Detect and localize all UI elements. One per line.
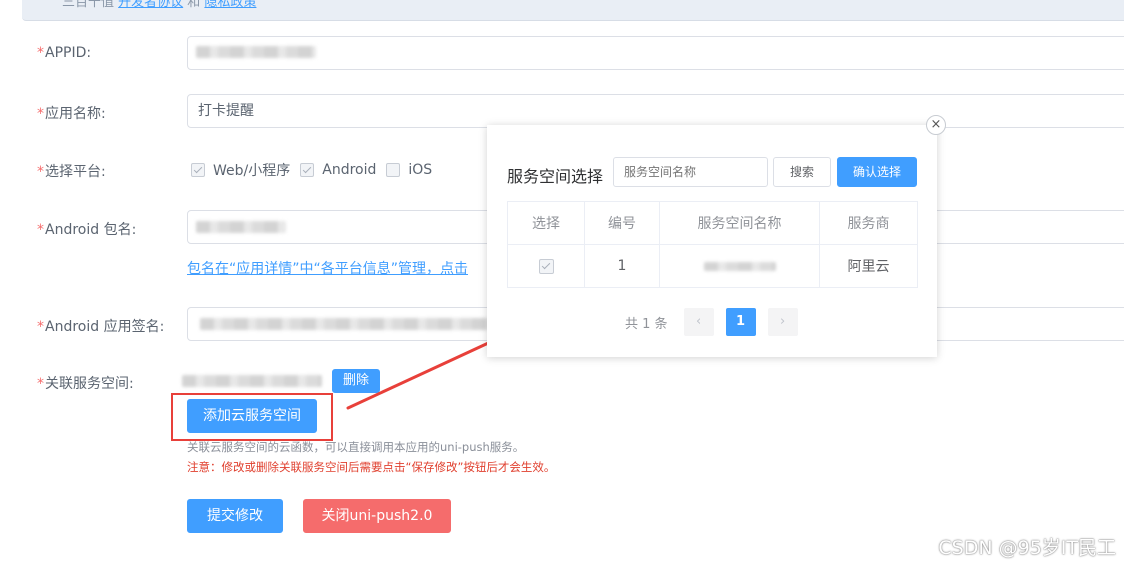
app-name-label: *应用名称: <box>37 106 106 122</box>
appid-redacted <box>196 46 316 58</box>
header-provider: 服务商 <box>819 201 918 245</box>
dialog-title: 服务空间选择 <box>507 167 604 186</box>
service-space-warning: 注意：修改或删除关联服务空间后需要点击“保存修改”按钮后才会生效。 <box>187 460 556 474</box>
search-button[interactable]: 搜索 <box>773 157 831 187</box>
package-redacted <box>196 221 286 233</box>
service-space-select-dialog: 服务空间选择 搜索 确认选择 选择 编号 服务空间名称 服务商 1 阿里云 共 … <box>487 125 937 357</box>
table-header-row: 选择 编号 服务空间名称 服务商 <box>507 201 918 245</box>
submit-changes-button[interactable]: 提交修改 <box>187 499 283 533</box>
app-name-input[interactable]: 打卡提醒 <box>187 94 1124 128</box>
annotation-highlight-box <box>171 393 333 441</box>
prev-page-button[interactable]: ‹ <box>683 308 714 336</box>
banner-text: 三百千值 开发者协议 和 隐私政策 <box>62 0 256 10</box>
package-hint-link[interactable]: 包名在“应用详情”中“各平台信息”管理，点击 <box>187 258 468 278</box>
header-space-name: 服务空间名称 <box>659 201 820 245</box>
appid-input[interactable] <box>187 36 1124 70</box>
table-row[interactable]: 1 阿里云 <box>507 244 918 288</box>
row-select-cell <box>507 244 585 288</box>
confirm-selection-button[interactable]: 确认选择 <box>837 157 917 187</box>
page-1-button[interactable]: 1 <box>725 308 756 336</box>
service-space-note: 关联云服务空间的云函数，可以直接调用本应用的uni-push服务。 <box>187 440 525 454</box>
row-provider: 阿里云 <box>819 244 918 288</box>
platform-android-checkbox[interactable] <box>300 163 315 177</box>
next-page-button[interactable]: › <box>767 308 798 336</box>
header-select: 选择 <box>507 201 585 245</box>
platform-web-checkbox[interactable] <box>191 163 205 177</box>
service-space-label: *关联服务空间: <box>37 376 134 392</box>
row-space-name <box>659 244 820 288</box>
platform-checkbox-group: Web/小程序 Android iOS <box>191 160 442 180</box>
platform-label: *选择平台: <box>37 164 106 180</box>
pagination: 共 1 条 ‹ 1 › <box>625 308 810 336</box>
header-index: 编号 <box>584 201 660 245</box>
delete-service-space-button[interactable]: 删除 <box>332 369 380 393</box>
pagination-total: 共 1 条 <box>625 316 668 332</box>
service-space-redacted <box>182 375 322 387</box>
service-space-table: 选择 编号 服务空间名称 服务商 1 阿里云 <box>507 201 918 288</box>
platform-ios-checkbox[interactable] <box>386 163 401 177</box>
top-notice-banner: 三百千值 开发者协议 和 隐私政策 <box>22 0 1124 21</box>
signature-redacted <box>200 318 495 330</box>
row-index: 1 <box>584 244 660 288</box>
privacy-policy-link[interactable]: 隐私政策 <box>204 0 256 10</box>
android-package-label: *Android 包名: <box>37 222 137 238</box>
close-icon[interactable]: × <box>926 115 946 135</box>
android-signature-label: *Android 应用签名: <box>37 319 165 335</box>
service-space-search-input[interactable] <box>613 157 768 187</box>
developer-agreement-link[interactable]: 开发者协议 <box>118 0 183 10</box>
space-name-redacted <box>703 261 776 271</box>
row-select-checkbox[interactable] <box>538 258 554 274</box>
close-uni-push-button[interactable]: 关闭uni-push2.0 <box>303 499 451 533</box>
appid-label: *APPID: <box>37 45 92 61</box>
csdn-watermark: CSDN @95岁IT民工 <box>938 537 1116 559</box>
